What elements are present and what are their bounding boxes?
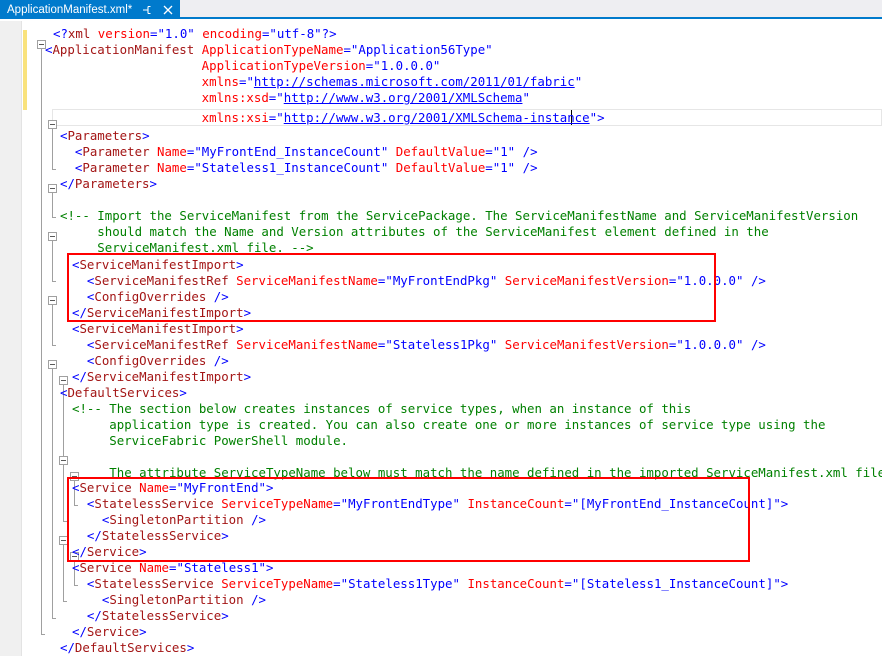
code-line-31[interactable]: </StatelessService> [0, 528, 229, 544]
code-line-17[interactable]: </ServiceManifestImport> [0, 305, 251, 321]
code-line-22[interactable]: <DefaultServices> [0, 385, 187, 401]
code-line-33[interactable]: <Service Name="Stateless1"> [0, 560, 273, 576]
code-line-9[interactable]: <Parameter Name="Stateless1_InstanceCoun… [0, 160, 538, 176]
code-line-26[interactable] [0, 449, 72, 465]
code-line-36[interactable]: </StatelessService> [0, 608, 229, 624]
code-line-16[interactable]: <ConfigOverrides /> [0, 289, 229, 305]
code-line-27[interactable]: The attribute ServiceTypeName below must… [0, 465, 882, 481]
code-line-35[interactable]: <SingletonPartition /> [0, 592, 266, 608]
code-line-23[interactable]: <!-- The section below creates instances… [0, 401, 691, 417]
editor-tab-strip: ApplicationManifest.xml* [0, 0, 882, 19]
code-line-13[interactable]: ServiceManifest.xml file. --> [0, 240, 314, 256]
code-text-area[interactable]: <?xml version="1.0" encoding="utf-8"?> <… [0, 21, 882, 656]
visual-studio-xml-editor-window: ApplicationManifest.xml* [0, 0, 882, 656]
code-line-5[interactable]: xmlns:xsd="http://www.w3.org/2001/XMLSch… [0, 90, 530, 106]
code-line-2[interactable]: <ApplicationManifest ApplicationTypeName… [0, 42, 493, 58]
code-line-11[interactable]: <!-- Import the ServiceManifest from the… [0, 208, 858, 224]
code-line-8[interactable]: <Parameter Name="MyFrontEnd_InstanceCoun… [0, 144, 538, 160]
code-line-1[interactable]: <?xml version="1.0" encoding="utf-8"?> [0, 26, 337, 42]
code-line-20[interactable]: <ConfigOverrides /> [0, 353, 229, 369]
code-line-24[interactable]: application type is created. You can als… [0, 417, 825, 433]
code-line-12[interactable]: should match the Name and Version attrib… [0, 224, 769, 240]
code-line-14[interactable]: <ServiceManifestImport> [0, 257, 244, 273]
code-line-25[interactable]: ServiceFabric PowerShell module. [0, 433, 348, 449]
code-line-19[interactable]: <ServiceManifestRef ServiceManifestName=… [0, 337, 766, 353]
code-line-6[interactable]: xmlns:xsi="http://www.w3.org/2001/XMLSch… [0, 110, 605, 126]
code-line-15[interactable]: <ServiceManifestRef ServiceManifestName=… [0, 273, 766, 289]
tab-applicationmanifest-xml[interactable]: ApplicationManifest.xml* [0, 0, 180, 19]
code-line-29[interactable]: <StatelessService ServiceTypeName="MyFro… [0, 496, 788, 512]
tab-label: ApplicationManifest.xml* [7, 4, 132, 16]
code-line-34[interactable]: <StatelessService ServiceTypeName="State… [0, 576, 788, 592]
code-line-38[interactable]: </DefaultServices> [0, 640, 194, 656]
code-line-7[interactable]: <Parameters> [0, 128, 150, 144]
code-line-30[interactable]: <SingletonPartition /> [0, 512, 266, 528]
code-line-37[interactable]: </Service> [0, 624, 147, 640]
code-line-32[interactable]: </Service> [0, 544, 147, 560]
code-line-3[interactable]: ApplicationTypeVersion="1.0.0.0" [0, 58, 440, 74]
close-icon[interactable] [162, 4, 174, 16]
code-editor-surface[interactable]: <?xml version="1.0" encoding="utf-8"?> <… [0, 21, 882, 656]
code-line-28[interactable]: <Service Name="MyFrontEnd"> [0, 480, 273, 496]
code-line-21[interactable]: </ServiceManifestImport> [0, 369, 251, 385]
code-line-10[interactable]: </Parameters> [0, 176, 157, 192]
pin-icon[interactable] [141, 4, 153, 16]
code-line-4[interactable]: xmlns="http://schemas.microsoft.com/2011… [0, 74, 582, 90]
code-line-18[interactable]: <ServiceManifestImport> [0, 321, 244, 337]
